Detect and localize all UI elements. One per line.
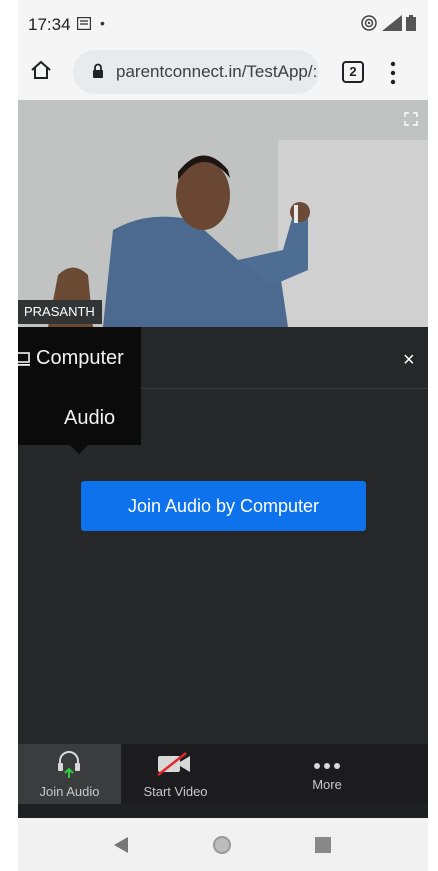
video-scene <box>18 100 428 327</box>
back-icon[interactable] <box>113 836 129 854</box>
phone-screen: 17:34 • parentconnect.in/TestApp/: 2 PRA… <box>18 0 428 871</box>
close-icon[interactable]: × <box>403 349 415 372</box>
join-audio-button[interactable]: Join Audio <box>18 744 121 804</box>
more-label: More <box>312 777 342 792</box>
tab-label-line1: Computer <box>36 347 124 369</box>
more-menu-icon[interactable] <box>388 60 398 86</box>
url-bar[interactable]: parentconnect.in/TestApp/: <box>73 50 319 94</box>
battery-icon <box>406 15 416 31</box>
join-audio-by-computer-button[interactable]: Join Audio by Computer <box>81 481 366 531</box>
join-audio-label: Join Audio <box>39 784 100 799</box>
start-video-button[interactable]: Start Video <box>128 744 223 804</box>
fullscreen-icon[interactable] <box>404 112 418 126</box>
headphones-icon <box>58 751 80 778</box>
navigation-bar <box>18 818 428 871</box>
hotspot-icon <box>361 15 377 31</box>
status-icons <box>360 14 416 32</box>
status-time: 17:34 <box>28 15 71 34</box>
participant-name: PRASANTH <box>18 300 102 324</box>
browser-toolbar: parentconnect.in/TestApp/: 2 <box>18 50 428 100</box>
video-off-icon <box>157 752 190 776</box>
lock-icon <box>93 63 103 78</box>
participant-video[interactable]: PRASANTH <box>18 100 428 327</box>
computer-icon <box>18 351 30 366</box>
tab-pointer <box>70 445 88 454</box>
meeting-toolbar: Join Audio Start Video More <box>18 744 428 804</box>
computer-audio-tab-label: Computer <box>18 347 124 370</box>
panel-divider <box>141 388 428 389</box>
tab-label-line2: Audio <box>64 407 116 429</box>
tab-switcher-button[interactable]: 2 <box>342 61 364 83</box>
recents-icon[interactable] <box>315 837 331 853</box>
status-bar: 17:34 • <box>18 0 428 50</box>
screen: 17:34 • parentconnect.in/TestApp/: 2 PRA… <box>0 0 438 871</box>
notification-dot: • <box>100 15 105 31</box>
home-icon[interactable] <box>30 59 52 81</box>
more-dots-icon <box>314 763 340 769</box>
home-button-icon[interactable] <box>212 835 232 855</box>
start-video-label: Start Video <box>143 784 208 799</box>
more-button[interactable]: More <box>293 744 361 804</box>
signal-icon <box>382 15 402 31</box>
notification-icon <box>77 17 91 30</box>
url-text: parentconnect.in/TestApp/: <box>116 62 316 81</box>
